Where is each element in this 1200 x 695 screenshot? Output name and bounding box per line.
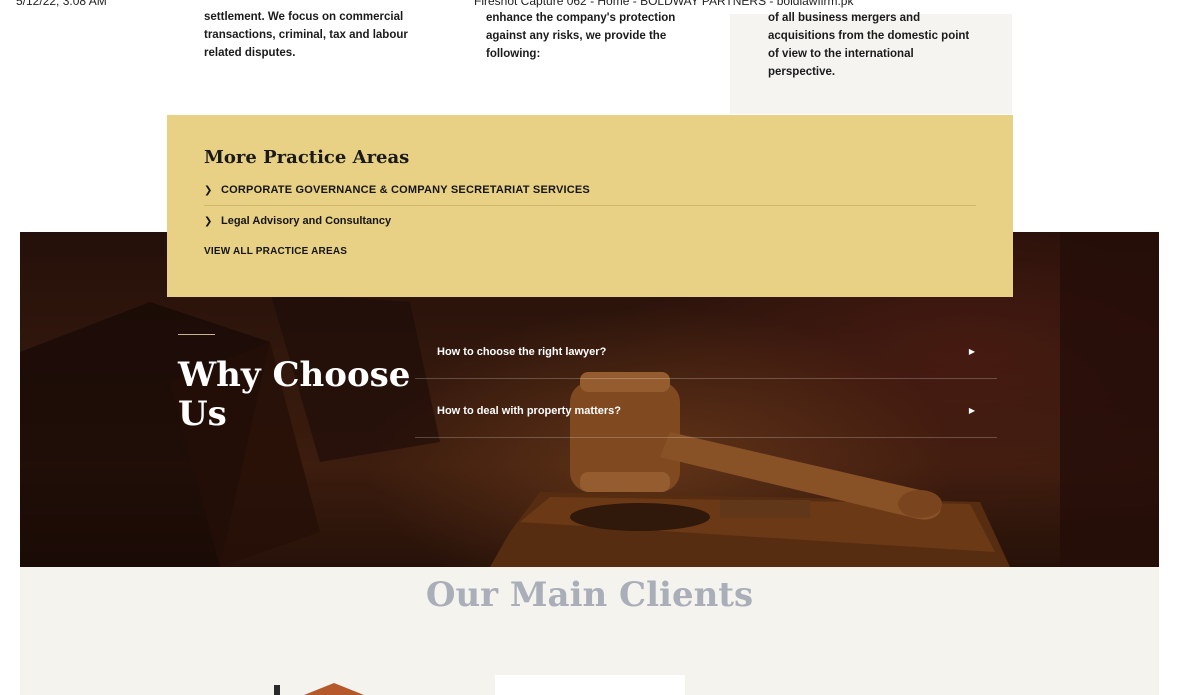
- practice-areas-title: More Practice Areas: [204, 147, 410, 168]
- practice-item-legal-advisory[interactable]: ❯ Legal Advisory and Consultancy: [204, 206, 976, 236]
- service-column-text-2: enhance the company's protection against…: [486, 12, 676, 60]
- faq-item-property-matters[interactable]: How to deal with property matters? ▶: [415, 378, 997, 438]
- caret-right-icon: ▶: [968, 406, 975, 415]
- view-all-practice-areas-link[interactable]: VIEW ALL PRACTICE AREAS: [204, 246, 347, 257]
- caret-right-icon: ▶: [968, 347, 975, 356]
- client-logo: [274, 683, 364, 695]
- faq-question: How to deal with property matters?: [437, 405, 621, 417]
- client-logo-card: [495, 675, 685, 695]
- practice-item-label: Legal Advisory and Consultancy: [221, 215, 392, 227]
- main-clients-section: Our Main Clients: [20, 567, 1159, 695]
- service-column-text-3: of all business mergers and acquisitions…: [768, 12, 970, 78]
- print-header-title: Fireshot Capture 062 - Home - BOLDWAY PA…: [474, 0, 854, 8]
- why-choose-us-title: Why Choose Us: [178, 355, 411, 434]
- practice-item-label: CORPORATE GOVERNANCE & COMPANY SECRETARI…: [221, 184, 590, 196]
- faq-item-choose-lawyer[interactable]: How to choose the right lawyer? ▶: [415, 319, 997, 379]
- practice-item-corporate-governance[interactable]: ❯ CORPORATE GOVERNANCE & COMPANY SECRETA…: [204, 175, 976, 206]
- main-clients-title: Our Main Clients: [425, 575, 754, 615]
- print-header-date: 5/12/22, 3:08 AM: [16, 0, 107, 8]
- print-header: 5/12/22, 3:08 AM Fireshot Capture 062 - …: [0, 0, 1200, 8]
- more-practice-areas-panel: More Practice Areas ❯ CORPORATE GOVERNAN…: [167, 115, 1013, 297]
- chevron-right-icon: ❯: [204, 184, 213, 196]
- faq-question: How to choose the right lawyer?: [437, 346, 607, 358]
- title-accent-rule: [178, 334, 215, 335]
- service-column-text-1: settlement. We focus on commercial trans…: [204, 11, 408, 59]
- chevron-right-icon: ❯: [204, 215, 213, 227]
